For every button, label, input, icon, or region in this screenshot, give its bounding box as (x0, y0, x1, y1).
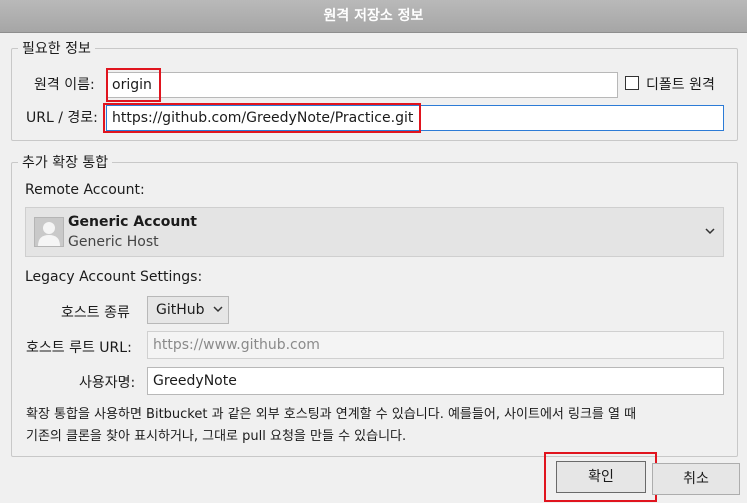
default-remote-label: 디폴트 원격 (646, 77, 715, 93)
extension-note-line1: 확장 통합을 사용하면 Bitbucket 과 같은 외부 호스팅과 연계할 수… (26, 407, 637, 422)
default-remote-checkbox[interactable] (625, 76, 639, 90)
username-input[interactable]: GreedyNote (147, 367, 724, 395)
cancel-button[interactable]: 취소 (652, 463, 740, 495)
chevron-down-icon (212, 298, 224, 324)
remote-account-dropdown[interactable]: Generic Account Generic Host (25, 207, 724, 257)
remote-account-label: Remote Account: (25, 182, 145, 198)
host-root-input: https://www.github.com (147, 331, 724, 359)
host-type-label: 호스트 종류 (61, 305, 130, 321)
avatar (34, 217, 64, 247)
required-info-legend: 필요한 정보 (22, 41, 91, 57)
extension-legend: 추가 확장 통합 (22, 155, 109, 171)
host-type-value: GitHub (156, 302, 205, 318)
account-name: Generic Account (68, 214, 198, 230)
legacy-settings-label: Legacy Account Settings: (25, 269, 203, 285)
account-host: Generic Host (68, 234, 159, 250)
remote-name-input[interactable]: origin (106, 72, 618, 98)
url-label: URL / 경로: (26, 110, 98, 126)
extension-note-line2: 기존의 클론을 찾아 표시하거나, 그대로 pull 요청을 만들 수 있습니다… (26, 429, 407, 444)
user-silhouette-icon (38, 222, 60, 246)
ok-button[interactable]: 확인 (556, 461, 646, 493)
window-title: 원격 저장소 정보 (0, 0, 747, 33)
host-type-select[interactable]: GitHub (147, 296, 229, 324)
chevron-down-icon (704, 225, 716, 241)
extension-note: 확장 통합을 사용하면 Bitbucket 과 같은 외부 호스팅과 연계할 수… (26, 404, 726, 448)
username-label: 사용자명: (79, 375, 136, 391)
host-root-label: 호스트 루트 URL: (26, 340, 132, 356)
url-input[interactable]: https://github.com/GreedyNote/Practice.g… (106, 105, 724, 131)
remote-name-label: 원격 이름: (34, 77, 95, 93)
